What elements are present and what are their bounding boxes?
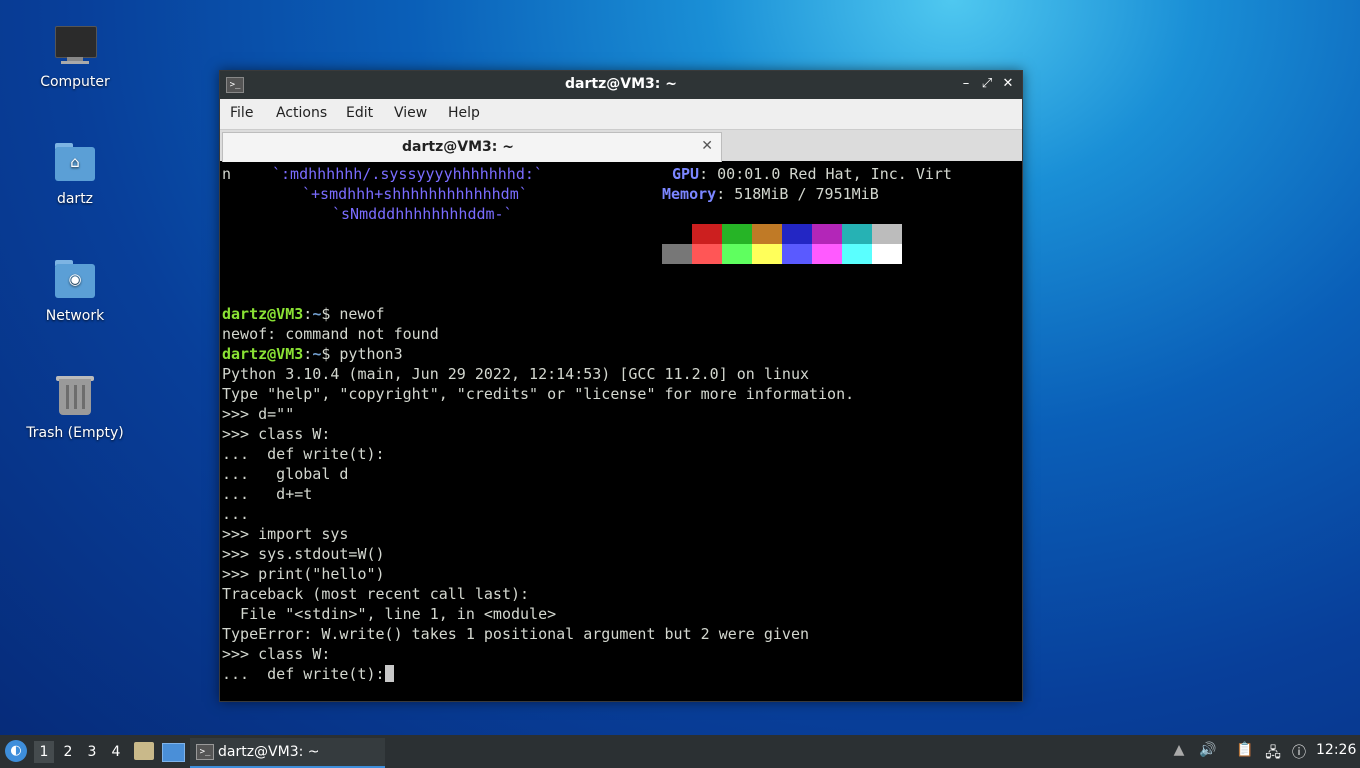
trash-icon: [51, 373, 99, 421]
maximize-button[interactable]: ⤢: [978, 75, 996, 93]
color-swatch: [842, 224, 872, 244]
color-swatch: [782, 244, 812, 264]
volume-icon[interactable]: 🔊: [1199, 742, 1217, 760]
output-line: newof: command not found: [222, 325, 439, 343]
workspace-3[interactable]: 3: [82, 741, 102, 763]
desktop-icon-label: Computer: [40, 74, 110, 90]
output-line: >>> sys.stdout=W(): [222, 545, 385, 563]
tray-arrow-icon[interactable]: ▲: [1171, 742, 1187, 760]
prompt-line: dartz@VM3:~$ python3: [222, 345, 403, 363]
output-line: >>> print("hello"): [222, 565, 385, 583]
neofetch-art-line: n: [222, 165, 232, 183]
color-swatch: [752, 224, 782, 244]
color-swatch: [662, 244, 692, 264]
color-swatch: [872, 244, 902, 264]
window-titlebar[interactable]: >_ dartz@VM3: ~ – ⤢ ✕: [220, 71, 1022, 99]
desktop-icon-trash[interactable]: Trash (Empty): [15, 373, 135, 441]
workspace-4[interactable]: 4: [106, 741, 126, 763]
clipboard-icon[interactable]: 📋: [1236, 742, 1254, 760]
output-line: Traceback (most recent call last):: [222, 585, 530, 603]
output-line: Python 3.10.4 (main, Jun 29 2022, 12:14:…: [222, 365, 809, 383]
desktop-icon-network[interactable]: ◉ Network: [15, 256, 135, 324]
file-manager-icon[interactable]: [134, 742, 154, 760]
workspace-2[interactable]: 2: [58, 741, 78, 763]
terminal-icon: >_: [196, 744, 214, 760]
color-swatch: [812, 224, 842, 244]
color-swatch: [872, 224, 902, 244]
color-swatch: [782, 224, 812, 244]
color-swatch: [842, 244, 872, 264]
output-line: ... global d: [222, 465, 349, 483]
output-line: TypeError: W.write() takes 1 positional …: [222, 625, 809, 643]
menu-help[interactable]: Help: [448, 105, 480, 121]
color-swatch: [692, 244, 722, 264]
computer-icon: [51, 22, 99, 70]
taskbar: ◐ 1 2 3 4 >_ dartz@VM3: ~ ▲ 🔊 📋 🖧 ⓘ 12:2…: [0, 735, 1360, 768]
menu-view[interactable]: View: [394, 105, 427, 121]
minimize-button[interactable]: –: [957, 75, 975, 93]
window-title: dartz@VM3: ~: [565, 76, 677, 92]
neofetch-memory: Memory: 518MiB / 7951MiB: [662, 185, 879, 203]
menu-actions[interactable]: Actions: [276, 105, 327, 121]
clock[interactable]: 12:26: [1316, 742, 1356, 760]
output-line: ... d+=t: [222, 485, 313, 503]
color-swatch: [692, 224, 722, 244]
output-line: >>> class W:: [222, 425, 331, 443]
neofetch-gpu: GPU: 00:01.0 Red Hat, Inc. Virt: [672, 165, 952, 183]
home-folder-icon: ⌂: [51, 139, 99, 187]
desktop-icon-computer[interactable]: Computer: [15, 22, 135, 90]
show-desktop-icon[interactable]: [162, 743, 185, 762]
menu-edit[interactable]: Edit: [346, 105, 373, 121]
output-line: ... def write(t):: [222, 445, 385, 463]
desktop-icon-home[interactable]: ⌂ dartz: [15, 139, 135, 207]
color-swatch: [662, 224, 692, 244]
tab-terminal[interactable]: dartz@VM3: ~ ✕: [222, 132, 722, 162]
tab-label: dartz@VM3: ~: [402, 139, 514, 155]
close-button[interactable]: ✕: [999, 75, 1017, 93]
neofetch-art-line: `sNmdddhhhhhhhhddm-`: [332, 205, 513, 223]
input-line: ... def write(t):: [222, 664, 394, 684]
tab-bar: dartz@VM3: ~ ✕: [220, 130, 1022, 162]
terminal-window: >_ dartz@VM3: ~ – ⤢ ✕ File Actions Edit …: [219, 70, 1023, 702]
color-swatch: [722, 224, 752, 244]
taskbar-item-label: dartz@VM3: ~: [218, 744, 320, 760]
menu-file[interactable]: File: [230, 105, 253, 121]
start-menu-button[interactable]: ◐: [5, 740, 27, 762]
output-line: >>> d="": [222, 405, 295, 423]
desktop-icon-label: Trash (Empty): [26, 425, 124, 441]
terminal-output[interactable]: n `:mdhhhhhh/.syssyyyyhhhhhhhd:` `+smdhh…: [222, 163, 1020, 698]
output-line: Type "help", "copyright", "credits" or "…: [222, 385, 855, 403]
color-swatch: [752, 244, 782, 264]
neofetch-art-line: `+smdhhh+shhhhhhhhhhhhdm`: [302, 185, 528, 203]
text-cursor: [384, 665, 394, 682]
output-line: >>> class W:: [222, 645, 331, 663]
color-swatch: [722, 244, 752, 264]
tab-close-icon[interactable]: ✕: [701, 138, 713, 154]
output-line: ...: [222, 505, 250, 523]
taskbar-item-terminal[interactable]: >_ dartz@VM3: ~: [190, 738, 385, 768]
output-line: >>> import sys: [222, 525, 349, 543]
menubar: File Actions Edit View Help: [220, 99, 1022, 130]
desktop-icon-label: Network: [45, 308, 105, 324]
output-line: File "<stdin>", line 1, in <module>: [222, 605, 557, 623]
prompt-line: dartz@VM3:~$ newof: [222, 305, 385, 323]
network-folder-icon: ◉: [51, 256, 99, 304]
network-icon[interactable]: 🖧: [1264, 742, 1282, 761]
workspace-1[interactable]: 1: [34, 741, 54, 763]
neofetch-art-line: `:mdhhhhhh/.syssyyyyhhhhhhhd:`: [272, 165, 543, 183]
desktop-icon-label: dartz: [56, 191, 94, 207]
color-swatch: [812, 244, 842, 264]
notification-icon[interactable]: ⓘ: [1290, 742, 1308, 761]
